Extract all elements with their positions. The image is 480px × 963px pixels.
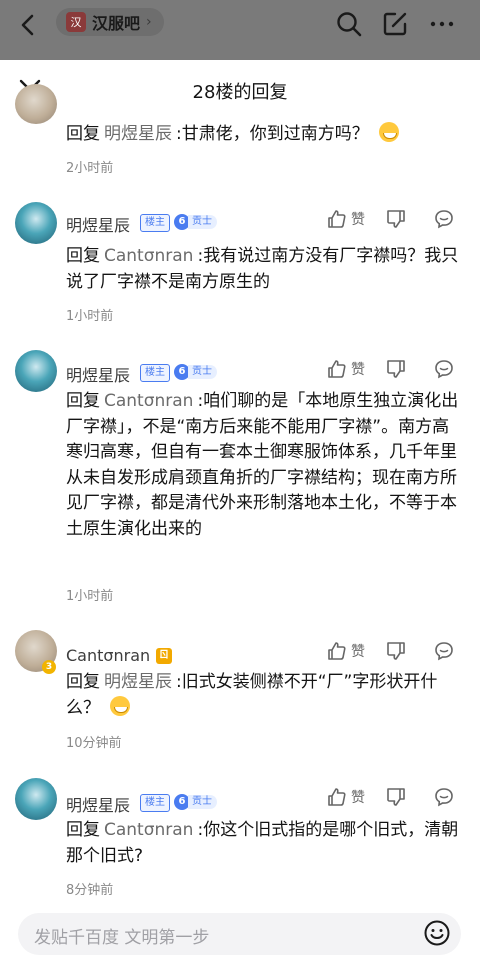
forum-name: 汉服吧 xyxy=(92,14,141,33)
reply-target-link[interactable]: 明煜星辰 xyxy=(104,124,172,144)
vip-icon: ㄖ xyxy=(156,648,172,664)
more-icon[interactable] xyxy=(428,10,456,38)
comment-icon[interactable] xyxy=(433,640,455,662)
username[interactable]: 明煜星辰 xyxy=(66,362,130,386)
avatar-level-badge: 3 xyxy=(42,660,56,674)
edit-icon[interactable] xyxy=(381,10,409,38)
forum-logo-icon: 汉 xyxy=(66,12,86,32)
reply-sheet: 28楼的回复 回复 明煜星辰:甘肃佬，你到过南方吗？ 2小时前 明煜星辰 楼主 6… xyxy=(0,60,480,963)
dislike-icon[interactable] xyxy=(385,208,407,230)
dislike-icon[interactable] xyxy=(385,358,407,380)
comment-icon[interactable] xyxy=(433,786,455,808)
like-icon xyxy=(328,210,346,228)
avatar[interactable] xyxy=(15,778,57,820)
forum-link[interactable]: 汉 汉服吧 › xyxy=(56,8,164,36)
reply-actions: 赞 xyxy=(326,640,455,662)
timestamp: 1小时前 xyxy=(66,309,114,324)
like-button[interactable]: 赞 xyxy=(326,358,365,380)
sheet-header: 28楼的回复 xyxy=(0,60,480,120)
like-button[interactable]: 赞 xyxy=(326,640,365,662)
comment-icon[interactable] xyxy=(433,358,455,380)
back-icon[interactable] xyxy=(16,12,42,38)
username[interactable]: 明煜星辰 xyxy=(66,212,130,236)
username[interactable]: Cantσnran xyxy=(66,646,150,665)
timestamp: 10分钟前 xyxy=(66,736,122,751)
like-button[interactable]: 赞 xyxy=(326,208,365,230)
reply-target-link[interactable]: Cantσnran xyxy=(104,246,193,266)
input-placeholder: 发贴千百度 文明第一步 xyxy=(34,928,210,948)
avatar[interactable] xyxy=(15,350,57,392)
like-icon xyxy=(328,788,346,806)
owner-tag: 楼主 xyxy=(140,794,170,812)
level-badge: 6 贡士 xyxy=(174,213,217,231)
avatar[interactable] xyxy=(15,84,57,124)
like-icon xyxy=(328,360,346,378)
owner-tag: 楼主 xyxy=(140,364,170,382)
timestamp: 8分钟前 xyxy=(66,883,114,898)
sheet-title: 28楼的回复 xyxy=(192,82,288,103)
comment-icon[interactable] xyxy=(433,208,455,230)
reply-content: 回复 Cantσnran:咱们聊的是「本地原生独立演化出厂字襟」，不是“南方后来能… xyxy=(66,391,459,539)
reply-actions: 赞 xyxy=(326,208,455,230)
reply-actions: 赞 xyxy=(326,786,455,808)
grin-emoji-icon xyxy=(110,695,130,716)
avatar[interactable] xyxy=(15,202,57,244)
reply-target-link[interactable]: Cantσnran xyxy=(104,820,193,840)
reply-content: 回复 Cantσnran:你这个旧式指的是哪个旧式，清朝那个旧式? xyxy=(66,820,459,866)
emoji-icon[interactable] xyxy=(423,919,451,947)
chevron-right-icon: › xyxy=(146,14,152,30)
search-icon[interactable] xyxy=(335,10,363,38)
reply-content: 回复 明煜星辰:甘肃佬，你到过南方吗？ xyxy=(66,122,466,148)
reply-target-link[interactable]: 明煜星辰 xyxy=(104,672,172,692)
owner-tag: 楼主 xyxy=(140,214,170,232)
reply-actions: 赞 xyxy=(326,358,455,380)
like-button[interactable]: 赞 xyxy=(326,786,365,808)
username[interactable]: 明煜星辰 xyxy=(66,792,130,816)
top-bar: 汉 汉服吧 › xyxy=(0,0,480,60)
reply-input[interactable]: 发贴千百度 文明第一步 xyxy=(18,913,461,955)
level-badge: 6 贡士 xyxy=(174,363,217,381)
timestamp: 2小时前 xyxy=(66,161,114,176)
dislike-icon[interactable] xyxy=(385,640,407,662)
timestamp: 1小时前 xyxy=(66,589,114,604)
reply-content: 回复 Cantσnran:我有说过南方没有厂字襟吗？我只说了厂字襟不是南方原生的 xyxy=(66,246,459,292)
dislike-icon[interactable] xyxy=(385,786,407,808)
level-badge: 6 贡士 xyxy=(174,793,217,811)
like-icon xyxy=(328,642,346,660)
reply-target-link[interactable]: Cantσnran xyxy=(104,391,193,411)
grin-emoji-icon xyxy=(378,122,399,142)
reply-content: 回复 明煜星辰:旧式女装侧襟不开“厂”字形状开什么？ xyxy=(66,672,438,718)
